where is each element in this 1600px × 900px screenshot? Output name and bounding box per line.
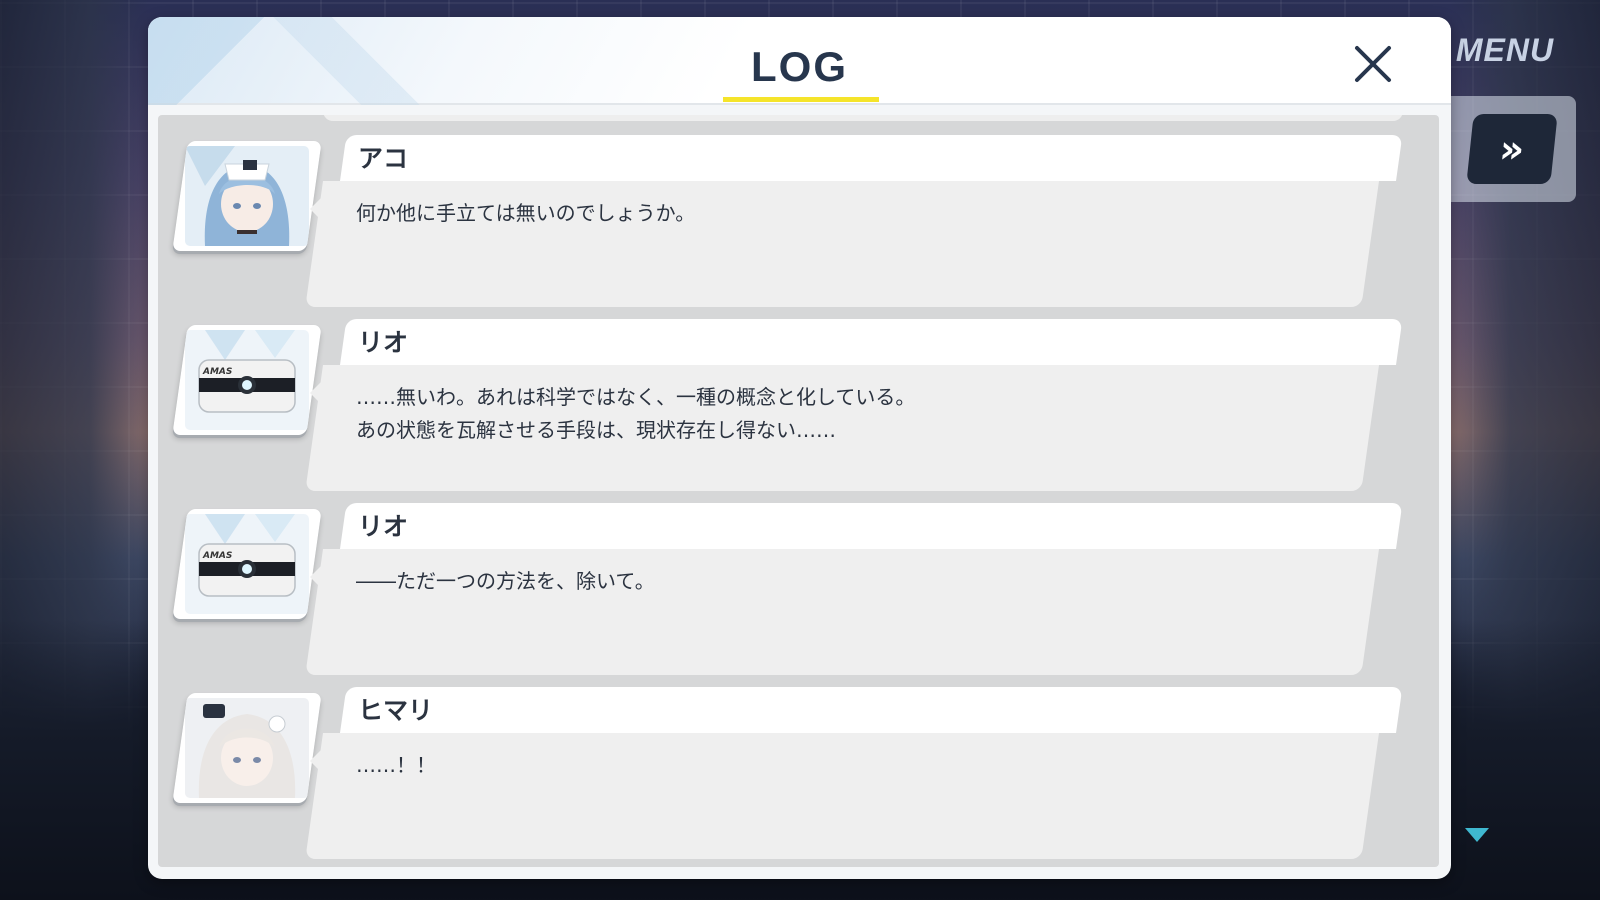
speaker-name-bar bbox=[340, 319, 1403, 365]
amas-device-portrait: AMAS bbox=[185, 514, 309, 614]
dialogue-line: あの状態を瓦解させる手段は、現状存在し得ない…… bbox=[356, 418, 836, 442]
previous-entry-edge bbox=[323, 115, 1403, 121]
speaker-name-bar bbox=[340, 135, 1403, 181]
dialogue-line: ――ただ一つの方法を、除いて。 bbox=[356, 569, 655, 593]
dialogue-line: ……無いわ。あれは科学ではなく、一種の概念と化している。 bbox=[356, 385, 916, 409]
dialogue-line: ……！！ bbox=[356, 753, 436, 777]
log-header: LOG bbox=[148, 17, 1451, 105]
speaker-portrait bbox=[172, 141, 322, 251]
ako-portrait bbox=[185, 146, 309, 246]
amas-device-portrait: AMAS bbox=[185, 330, 309, 430]
speaker-name: リオ bbox=[358, 512, 409, 541]
title-underline bbox=[723, 97, 879, 102]
speaker-name: アコ bbox=[358, 144, 409, 173]
log-entry: アコ 何か他に手立ては無いのでしょうか。 bbox=[158, 135, 1439, 307]
speaker-portrait: AMAS bbox=[172, 325, 322, 435]
speaker-name: ヒマリ bbox=[358, 696, 434, 725]
amas-label: AMAS bbox=[202, 551, 232, 561]
himari-portrait bbox=[185, 698, 309, 798]
dialogue-text: ……！！ bbox=[356, 749, 1356, 782]
log-title: LOG bbox=[751, 43, 848, 90]
menu-button[interactable]: MENU bbox=[1440, 24, 1570, 76]
speaker-portrait: AMAS bbox=[172, 509, 322, 619]
log-entry: ヒマリ ……！！ bbox=[158, 687, 1439, 859]
fast-forward-icon: » bbox=[1497, 127, 1527, 171]
dialogue-text: 何か他に手立ては無いのでしょうか。 bbox=[356, 197, 1356, 230]
close-button[interactable] bbox=[1348, 39, 1398, 89]
fast-forward-button[interactable]: » bbox=[1466, 114, 1558, 184]
log-entry: AMAS リオ ……無いわ。あれは科学ではなく、一種の概念と化している。 あの状… bbox=[158, 319, 1439, 491]
speaker-name-bar bbox=[340, 503, 1403, 549]
log-list[interactable]: アコ 何か他に手立ては無いのでしょうか。 AMAS リオ ……無いわ。あれは科学… bbox=[158, 115, 1439, 867]
dialogue-text: ……無いわ。あれは科学ではなく、一種の概念と化している。 あの状態を瓦解させる手… bbox=[356, 381, 1356, 447]
close-icon bbox=[1355, 46, 1391, 82]
speaker-name-bar bbox=[340, 687, 1403, 733]
amas-label: AMAS bbox=[202, 367, 232, 377]
log-entry: AMAS リオ ――ただ一つの方法を、除いて。 bbox=[158, 503, 1439, 675]
scroll-down-triangle-icon[interactable] bbox=[1465, 828, 1489, 842]
dialogue-text: ――ただ一つの方法を、除いて。 bbox=[356, 565, 1356, 598]
speaker-portrait bbox=[172, 693, 322, 803]
speaker-name: リオ bbox=[358, 328, 409, 357]
log-dialog: LOG アコ 何か他に手立ては無いのでしょうか。 AMAS リオ ……無いわ。あ… bbox=[148, 17, 1451, 879]
dialogue-line: 何か他に手立ては無いのでしょうか。 bbox=[356, 201, 696, 225]
